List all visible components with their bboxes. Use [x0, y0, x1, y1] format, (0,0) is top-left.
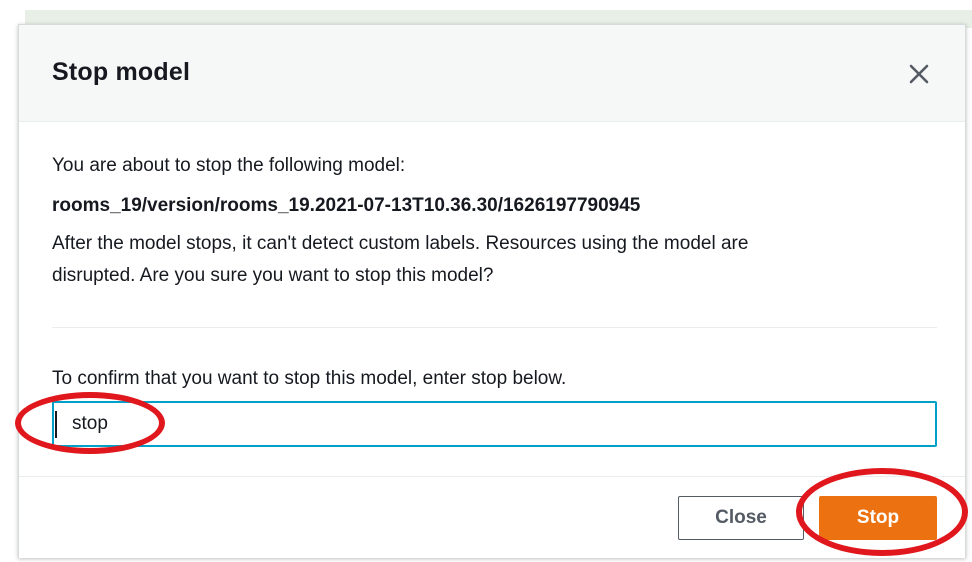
close-button[interactable]: Close [678, 496, 804, 540]
confirm-stop-input[interactable] [52, 401, 937, 447]
input-focus-marker [55, 411, 57, 438]
stop-button[interactable]: Stop [819, 496, 937, 540]
background-page-edge [0, 0, 18, 562]
intro-text: You are about to stop the following mode… [52, 155, 406, 176]
dialog-header: Stop model [19, 25, 965, 122]
model-id-text: rooms_19/version/rooms_19.2021-07-13T10.… [52, 195, 641, 216]
dialog-title: Stop model [52, 58, 191, 86]
warning-text-line-1: After the model stops, it can't detect c… [52, 233, 749, 254]
close-icon-graphic [909, 64, 929, 84]
confirm-label: To confirm that you want to stop this mo… [52, 368, 567, 389]
warning-text-line-2: disrupted. Are you sure you want to stop… [52, 265, 494, 286]
stop-model-dialog: Stop model You are about to stop the fol… [18, 24, 966, 558]
section-divider [52, 327, 937, 328]
page: Stop model You are about to stop the fol… [0, 0, 972, 562]
close-icon[interactable] [907, 62, 931, 86]
dialog-footer: Close Stop [19, 476, 965, 558]
